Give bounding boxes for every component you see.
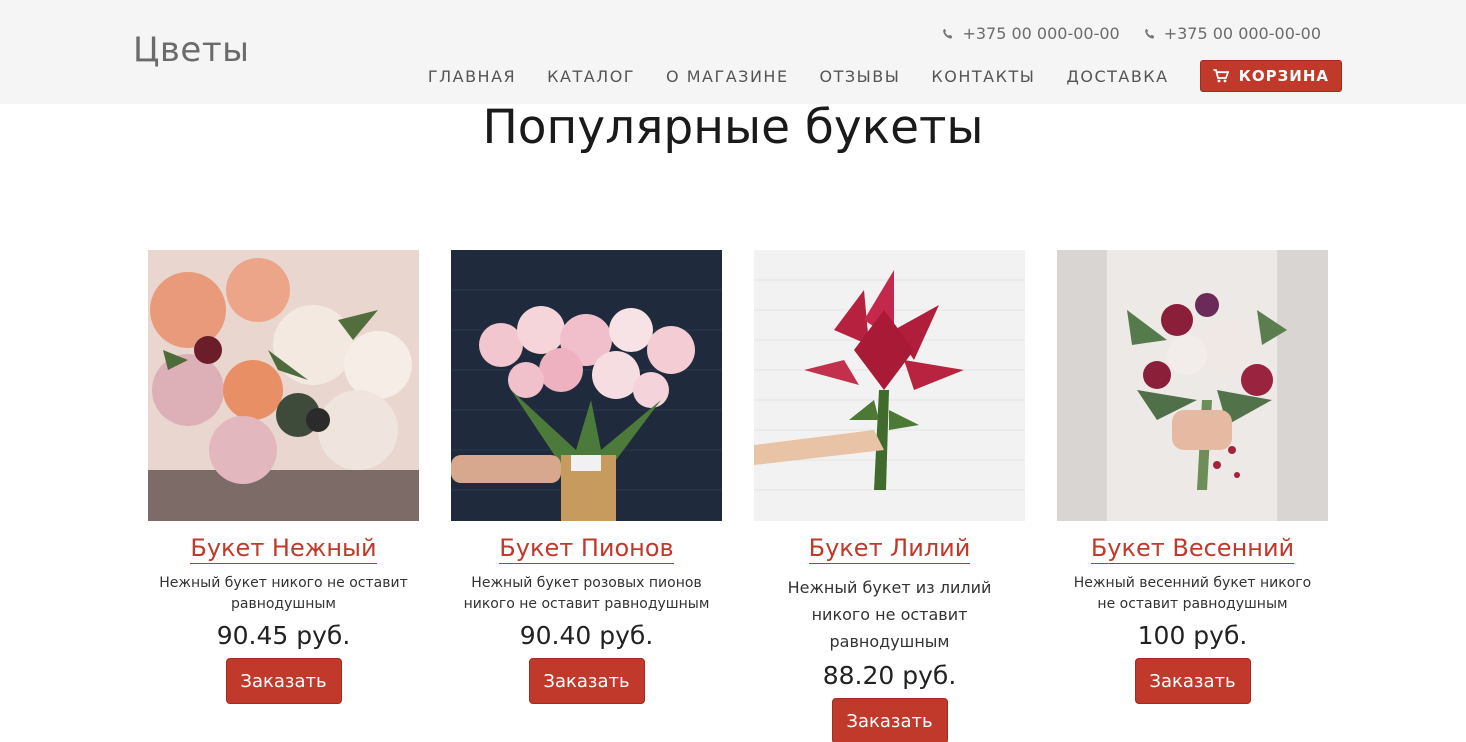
product-price: 90.40 руб. xyxy=(519,621,654,650)
section-title: Популярные букеты xyxy=(482,100,984,155)
cart-icon xyxy=(1213,69,1229,83)
product-title[interactable]: Букет Лилий xyxy=(808,534,971,564)
site-header: Цветы +375 00 000-00-00 +375 00 000-00-0… xyxy=(0,0,1466,104)
product-title[interactable]: Букет Пионов xyxy=(499,534,674,564)
product-card: Букет Пионов Нежный букет розовых пионов… xyxy=(451,250,722,742)
phone-icon xyxy=(942,28,954,40)
nav-item-delivery[interactable]: ДОСТАВКА xyxy=(1066,67,1168,86)
nav-item-catalog[interactable]: КАТАЛОГ xyxy=(547,67,635,86)
product-card: Букет Лилий Нежный букет из лилий никого… xyxy=(754,250,1025,742)
product-image[interactable] xyxy=(148,250,419,521)
phone-number: +375 00 000-00-00 xyxy=(1163,24,1321,43)
product-description: Нежный букет розовых пионов никого не ос… xyxy=(463,575,710,612)
nav-item-home[interactable]: ГЛАВНАЯ xyxy=(428,67,516,86)
nav-item-contacts[interactable]: КОНТАКТЫ xyxy=(931,67,1035,86)
product-title[interactable]: Букет Нежный xyxy=(190,534,377,564)
phone-1[interactable]: +375 00 000-00-00 xyxy=(942,24,1120,43)
cart-button[interactable]: КОРЗИНА xyxy=(1199,60,1342,92)
product-image[interactable] xyxy=(1057,250,1328,521)
phone-2[interactable]: +375 00 000-00-00 xyxy=(1144,24,1321,43)
product-card: Букет Весенний Нежный весенний букет ник… xyxy=(1057,250,1328,742)
site-logo[interactable]: Цветы xyxy=(133,30,250,70)
product-price: 88.20 руб. xyxy=(822,661,957,690)
product-description: Нежный весенний букет никого не оставит … xyxy=(1073,575,1312,612)
order-button[interactable]: Заказать xyxy=(225,658,342,704)
product-description: Нежный букет никого не оставит равнодушн… xyxy=(159,575,408,612)
product-price: 100 руб. xyxy=(1137,621,1248,650)
order-button[interactable]: Заказать xyxy=(1134,658,1251,704)
product-card: Букет Нежный Нежный букет никого не оста… xyxy=(148,250,419,742)
product-description: Нежный букет из лилий никого не оставит … xyxy=(787,578,992,651)
product-price: 90.45 руб. xyxy=(216,621,351,650)
phone-list: +375 00 000-00-00 +375 00 000-00-00 xyxy=(942,24,1321,43)
nav-item-reviews[interactable]: ОТЗЫВЫ xyxy=(820,67,901,86)
phone-icon xyxy=(1144,28,1156,40)
product-title[interactable]: Букет Весенний xyxy=(1090,534,1295,564)
phone-number: +375 00 000-00-00 xyxy=(962,24,1120,43)
cart-label: КОРЗИНА xyxy=(1238,67,1329,85)
product-grid: Букет Нежный Нежный букет никого не оста… xyxy=(148,250,1328,742)
product-image[interactable] xyxy=(451,250,722,521)
order-button[interactable]: Заказать xyxy=(831,698,948,742)
product-image[interactable] xyxy=(754,250,1025,521)
main-nav: ГЛАВНАЯ КАТАЛОГ О МАГАЗИНЕ ОТЗЫВЫ КОНТАК… xyxy=(397,60,1342,92)
order-button[interactable]: Заказать xyxy=(528,658,645,704)
nav-item-about[interactable]: О МАГАЗИНЕ xyxy=(666,67,789,86)
